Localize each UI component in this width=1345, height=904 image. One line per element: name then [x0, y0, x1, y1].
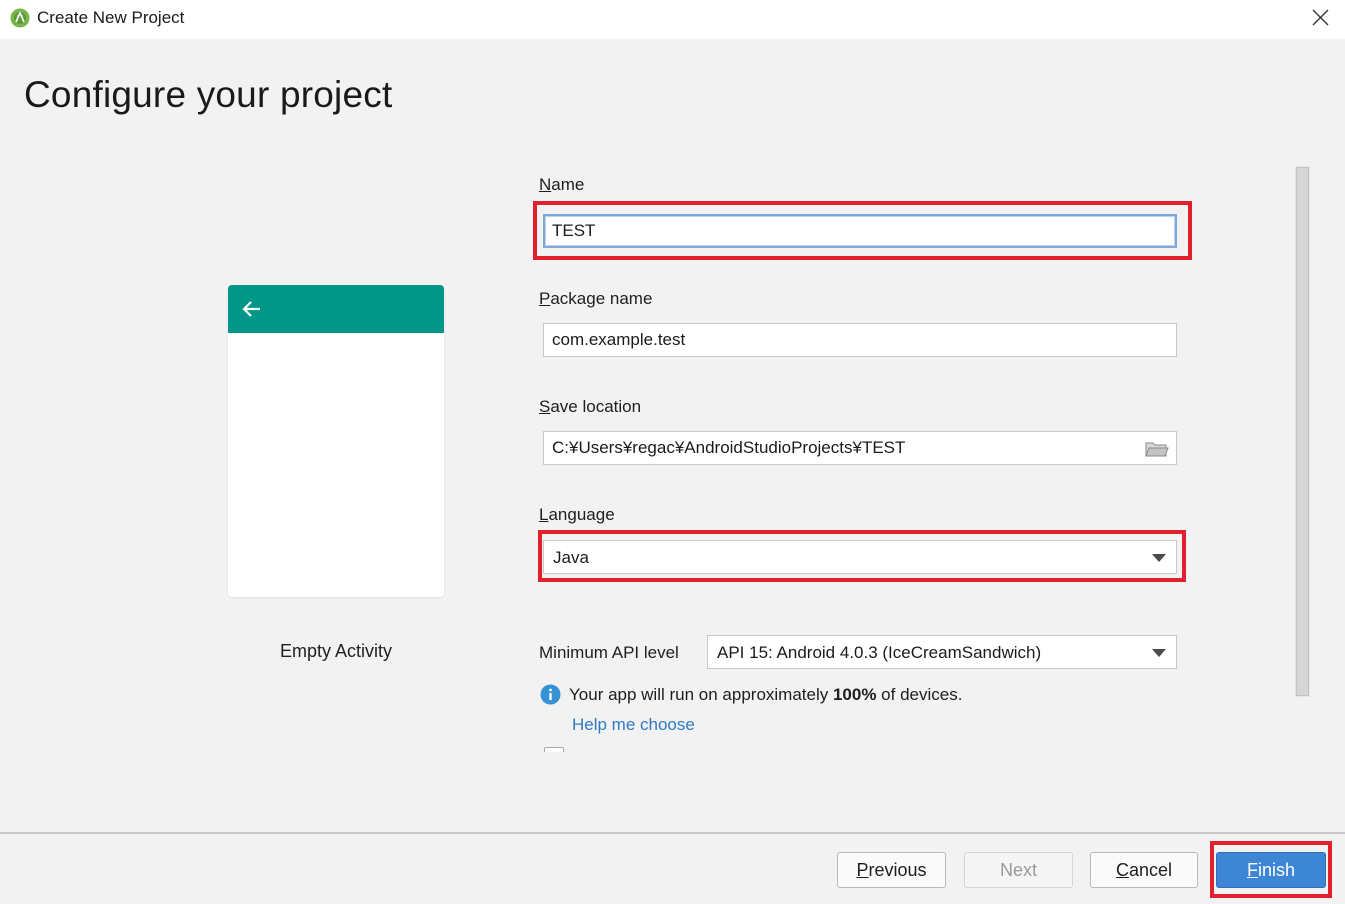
previous-button[interactable]: Previous: [837, 852, 946, 888]
back-arrow-icon: [242, 301, 260, 317]
info-icon: [540, 684, 561, 705]
package-name-input[interactable]: [543, 323, 1177, 357]
cancel-button[interactable]: Cancel: [1090, 852, 1198, 888]
chevron-down-icon: [1152, 649, 1166, 657]
title-bar: Create New Project: [0, 0, 1345, 39]
name-input[interactable]: [543, 214, 1177, 248]
create-new-project-window: Create New Project Configure your projec…: [0, 0, 1345, 904]
language-label: Language: [539, 505, 615, 524]
folder-icon[interactable]: [1145, 440, 1169, 458]
next-button[interactable]: Next: [964, 852, 1073, 888]
name-label: Name: [539, 175, 585, 194]
language-select[interactable]: Java: [543, 540, 1177, 574]
save-location-label: Save location: [539, 397, 642, 416]
template-label: Empty Activity: [279, 641, 393, 661]
save-location-input[interactable]: [543, 431, 1177, 465]
checkbox[interactable]: [544, 747, 564, 752]
android-studio-icon: [10, 8, 30, 28]
preview-app-bar: [228, 285, 444, 333]
scrollbar[interactable]: [1296, 167, 1309, 696]
finish-button[interactable]: Finish: [1216, 852, 1326, 888]
help-me-choose-link[interactable]: Help me choose: [572, 715, 695, 735]
chevron-down-icon: [1152, 554, 1166, 562]
device-coverage-text: Your app will run on approximately 100% …: [569, 685, 963, 704]
page-title: Configure your project: [24, 74, 393, 115]
package-name-label: Package name: [539, 289, 653, 308]
window-title: Create New Project: [37, 8, 185, 27]
min-api-select[interactable]: API 15: Android 4.0.3 (IceCreamSandwich): [707, 635, 1177, 669]
close-icon: [1312, 9, 1329, 26]
footer-divider: [0, 832, 1345, 834]
close-button[interactable]: [1299, 0, 1345, 36]
min-api-label: Minimum API level: [539, 643, 679, 662]
min-api-value: API 15: Android 4.0.3 (IceCreamSandwich): [717, 643, 1042, 662]
activity-preview: [228, 285, 444, 597]
language-value: Java: [553, 548, 589, 567]
